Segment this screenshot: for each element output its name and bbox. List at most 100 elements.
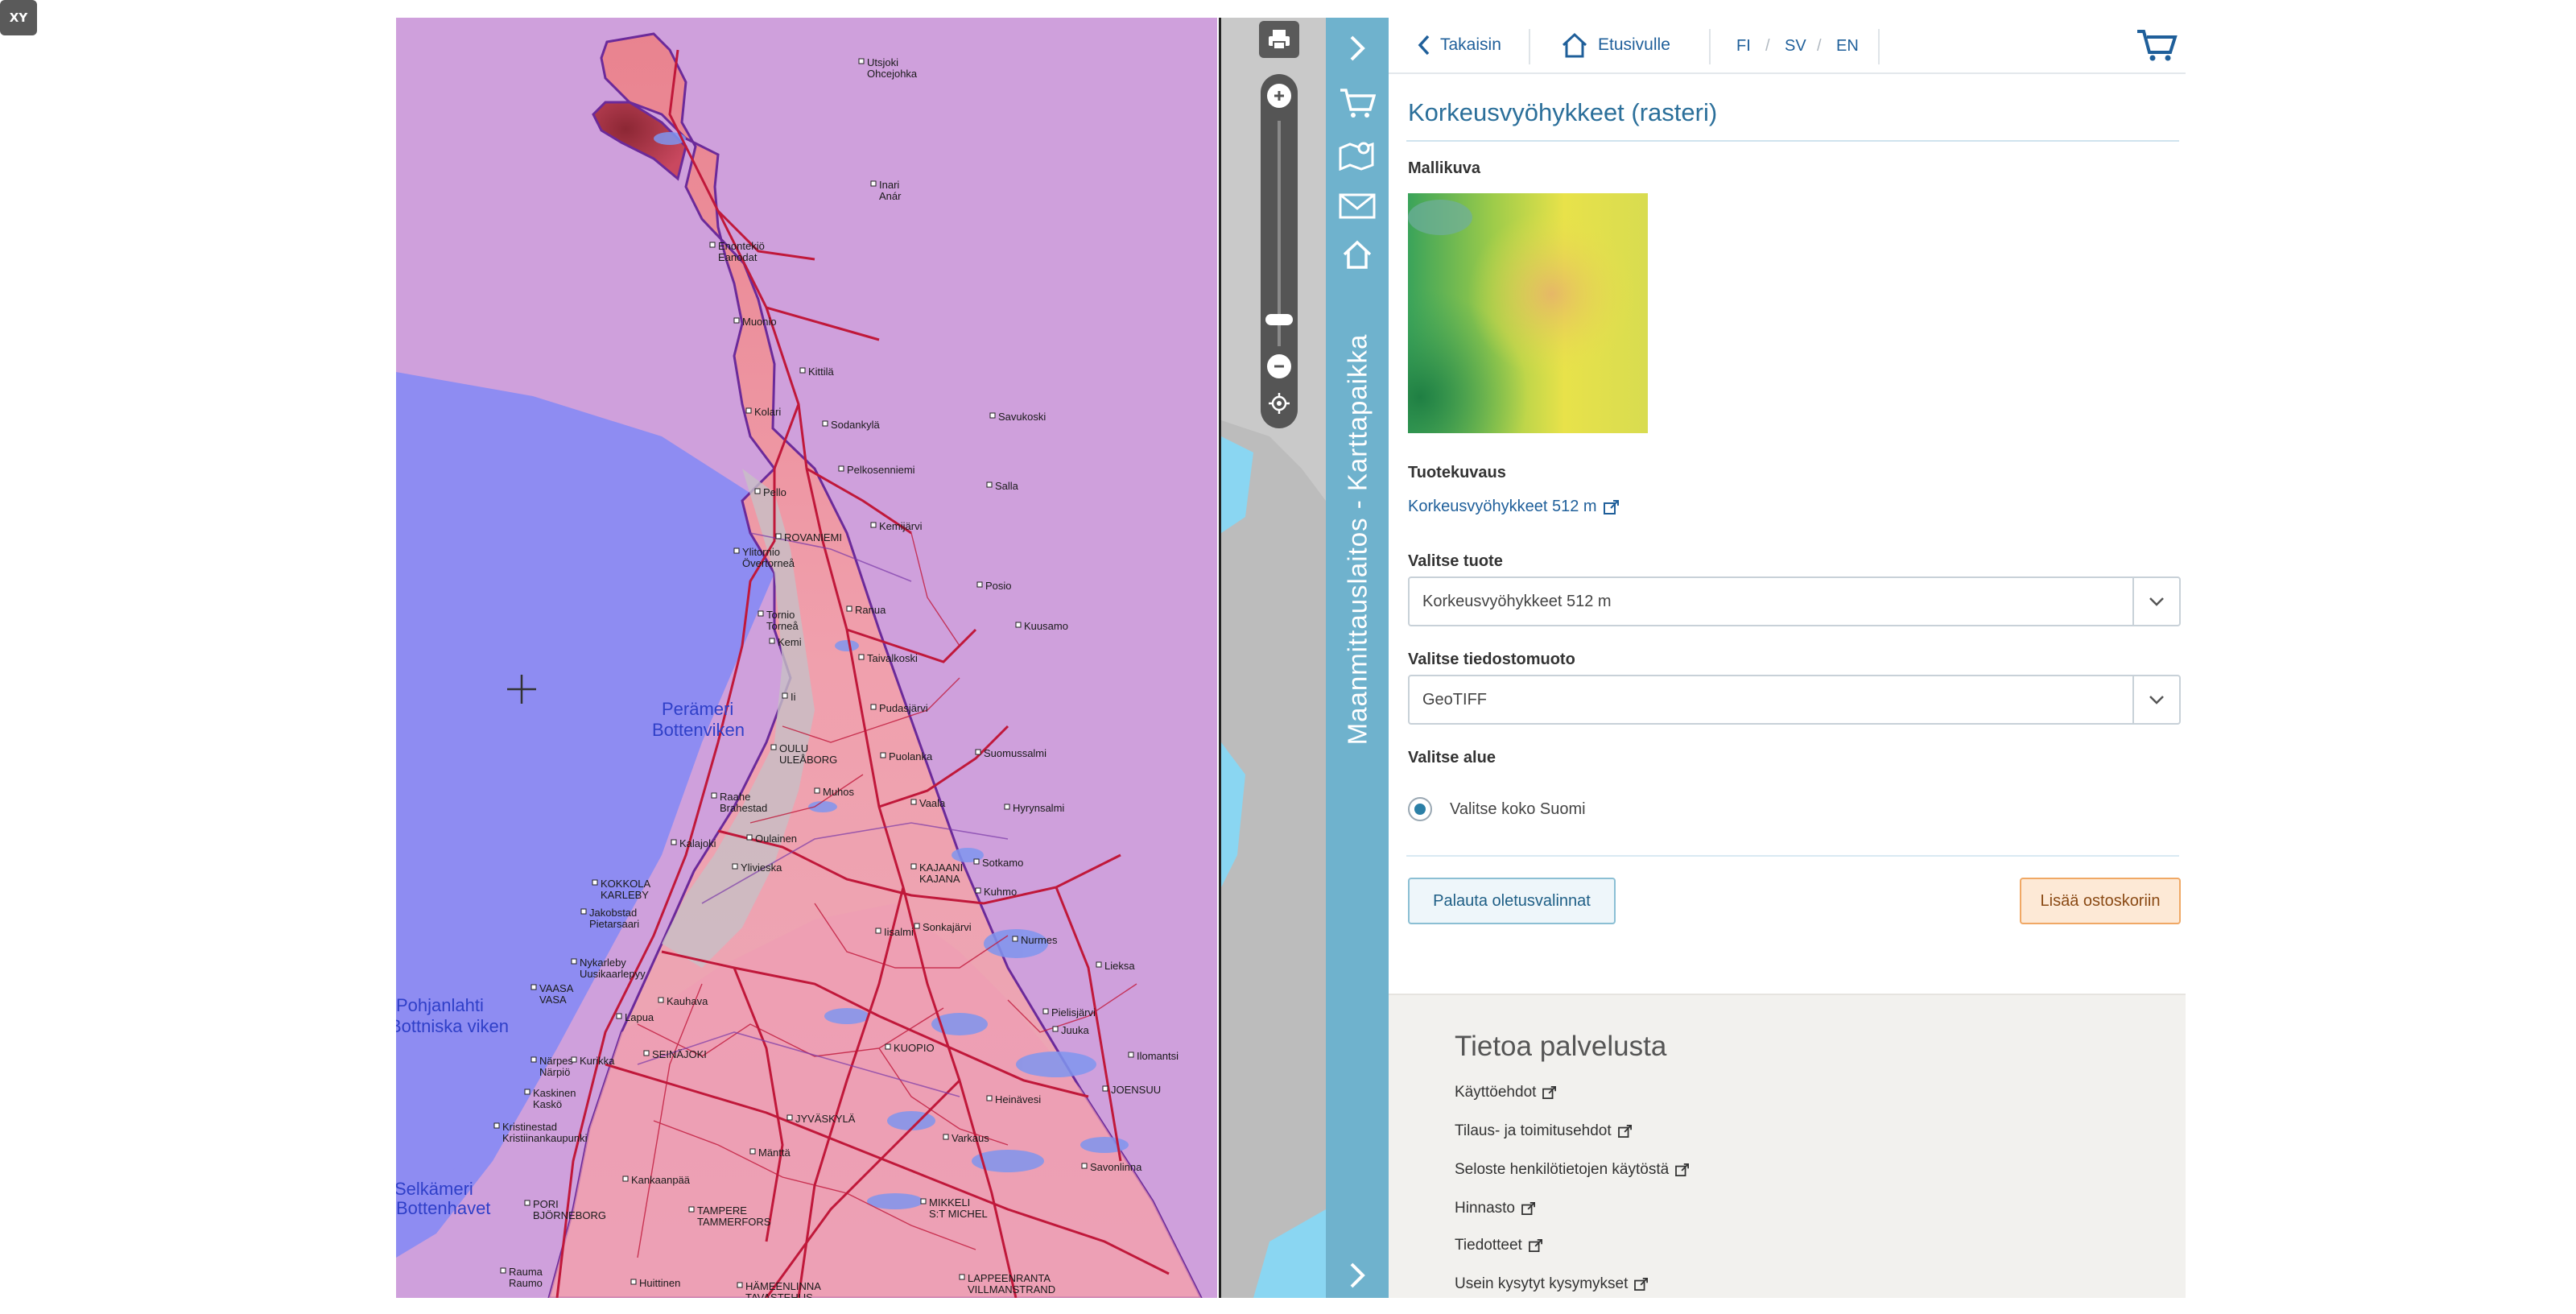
lang-sv[interactable]: SV	[1785, 37, 1806, 56]
place-label: Kemijärvi	[879, 520, 923, 532]
place-alt-name: Uusikaarlepyy	[580, 968, 646, 980]
external-link-icon	[1528, 1239, 1542, 1252]
product-description-link[interactable]: Korkeusvyöhykkeet 512 m	[1408, 498, 1620, 516]
place-name: Ranua	[855, 604, 886, 616]
place-marker	[711, 792, 717, 799]
product-description-link-text: Korkeusvyöhykkeet 512 m	[1408, 498, 1597, 515]
zoom-in-button[interactable]	[1267, 84, 1291, 108]
place-marker	[733, 548, 740, 554]
place-alt-name: S:T MICHEL	[929, 1208, 988, 1220]
place-label: Taivalkoski	[867, 652, 918, 664]
place-name: Nykarleby	[580, 957, 626, 969]
place-label: KOKKOLA KARLEBY	[601, 878, 650, 901]
zoom-out-button[interactable]	[1267, 354, 1291, 378]
home-icon	[1562, 32, 1587, 58]
info-link[interactable]: Käyttöehdot	[1455, 1084, 1557, 1101]
place-label: Savukoski	[998, 411, 1046, 423]
place-name: Lapua	[625, 1011, 654, 1023]
place-marker	[746, 834, 753, 841]
nav-divider	[1878, 29, 1880, 64]
info-link[interactable]: Tilaus- ja toimitusehdot	[1455, 1122, 1633, 1140]
place-name: ROVANIEMI	[784, 531, 842, 543]
coordinate-tool-button[interactable]: XY	[0, 0, 37, 35]
place-marker	[754, 488, 761, 494]
place-label: Hyrynsalmi	[1013, 802, 1064, 814]
select-format-label: Valitse tiedostomuoto	[1408, 651, 1575, 668]
place-name: KAJAANI	[919, 862, 963, 874]
place-name: Suomussalmi	[984, 747, 1046, 759]
home-link[interactable]: Etusivulle	[1561, 27, 1670, 63]
cart-shortcut-button[interactable]	[1326, 82, 1389, 124]
place-name: Sonkajärvi	[923, 921, 972, 933]
area-option-whole-finland[interactable]: Valitse koko Suomi	[1408, 797, 1586, 821]
cart-icon	[2137, 30, 2178, 61]
lang-fi[interactable]: FI	[1736, 37, 1751, 56]
place-name: Jakobstad	[589, 907, 637, 919]
south-land	[549, 903, 1201, 1298]
place-marker	[870, 180, 877, 187]
place-name: Posio	[985, 580, 1012, 592]
shopping-cart-button[interactable]	[2136, 27, 2178, 63]
place-marker	[920, 1198, 927, 1204]
place-name: Sodankylä	[831, 419, 880, 431]
place-alt-name: Eanodat	[718, 251, 758, 263]
place-name: KOKKOLA	[601, 878, 650, 890]
nav-divider	[1709, 29, 1711, 64]
place-name: Juuka	[1061, 1024, 1089, 1036]
reset-defaults-button[interactable]: Palauta oletusvalinnat	[1408, 878, 1616, 924]
feedback-button[interactable]	[1326, 185, 1389, 227]
place-marker	[975, 749, 981, 755]
place-label: Pielisjärvi	[1051, 1006, 1096, 1019]
place-label: Nurmes	[1021, 934, 1058, 946]
collapse-panel-button[interactable]	[1326, 27, 1389, 69]
home-shortcut-button[interactable]	[1326, 233, 1389, 275]
chevron-left-icon	[1418, 35, 1430, 56]
map-search-button[interactable]	[1326, 134, 1389, 176]
product-title: Korkeusvyöhykkeet (rasteri)	[1408, 98, 1718, 126]
place-marker	[989, 412, 996, 419]
place-name: KUOPIO	[894, 1042, 935, 1054]
place-marker	[622, 1176, 629, 1182]
expand-panel-button[interactable]	[1326, 1254, 1389, 1296]
map-view[interactable]: Perämeri Bottenviken Pohjanlahti Bottnis…	[396, 18, 1217, 1298]
info-link[interactable]: Seloste henkilötietojen käytöstä	[1455, 1161, 1690, 1179]
place-marker	[524, 1200, 530, 1206]
place-marker	[775, 533, 782, 539]
place-label: Iisalmi	[884, 926, 914, 938]
print-button[interactable]	[1259, 21, 1299, 58]
place-alt-name: Brahestad	[720, 802, 767, 814]
place-label: Ylivieska	[741, 862, 782, 874]
select-area-label: Valitse alue	[1408, 749, 1496, 766]
back-link[interactable]: Takaisin	[1418, 27, 1501, 63]
lang-en[interactable]: EN	[1836, 37, 1859, 56]
place-marker	[870, 704, 877, 710]
info-link[interactable]: Usein kysytyt kysymykset	[1455, 1275, 1649, 1293]
info-link[interactable]: Tiedotteet	[1455, 1237, 1543, 1254]
locate-button[interactable]	[1267, 391, 1291, 415]
format-select-toggle[interactable]	[2132, 676, 2179, 723]
place-marker	[592, 879, 598, 886]
product-select-toggle[interactable]	[2132, 578, 2179, 625]
place-label: Pudasjärvi	[879, 702, 928, 714]
area-radio[interactable]	[1408, 797, 1432, 821]
format-select[interactable]: GeoTIFF	[1408, 675, 2181, 725]
add-to-cart-button[interactable]: Lisää ostoskoriin	[2020, 878, 2181, 924]
product-select[interactable]: Korkeusvyöhykkeet 512 m	[1408, 576, 2181, 626]
zoom-slider-track[interactable]	[1278, 121, 1281, 346]
place-name: Kalajoki	[679, 837, 716, 849]
lang-separator: /	[1817, 37, 1822, 55]
place-label: Jakobstad Pietarsaari	[589, 907, 639, 930]
place-marker	[530, 984, 537, 990]
place-label: Mänttä	[758, 1147, 791, 1159]
place-marker	[500, 1267, 506, 1274]
place-label: Kurikka	[580, 1055, 615, 1067]
place-label: Kaskinen Kaskö	[533, 1087, 576, 1110]
place-name: LAPPEENRANTA	[968, 1272, 1051, 1284]
place-marker	[910, 799, 917, 805]
place-name: Pudasjärvi	[879, 702, 928, 714]
sea-label: Bottniska viken	[396, 1016, 509, 1036]
zoom-slider-handle[interactable]	[1265, 314, 1293, 325]
map-canvas[interactable]: Perämeri Bottenviken Pohjanlahti Bottnis…	[396, 18, 1217, 1298]
chevron-down-icon	[2149, 696, 2164, 705]
info-link[interactable]: Hinnasto	[1455, 1200, 1536, 1217]
